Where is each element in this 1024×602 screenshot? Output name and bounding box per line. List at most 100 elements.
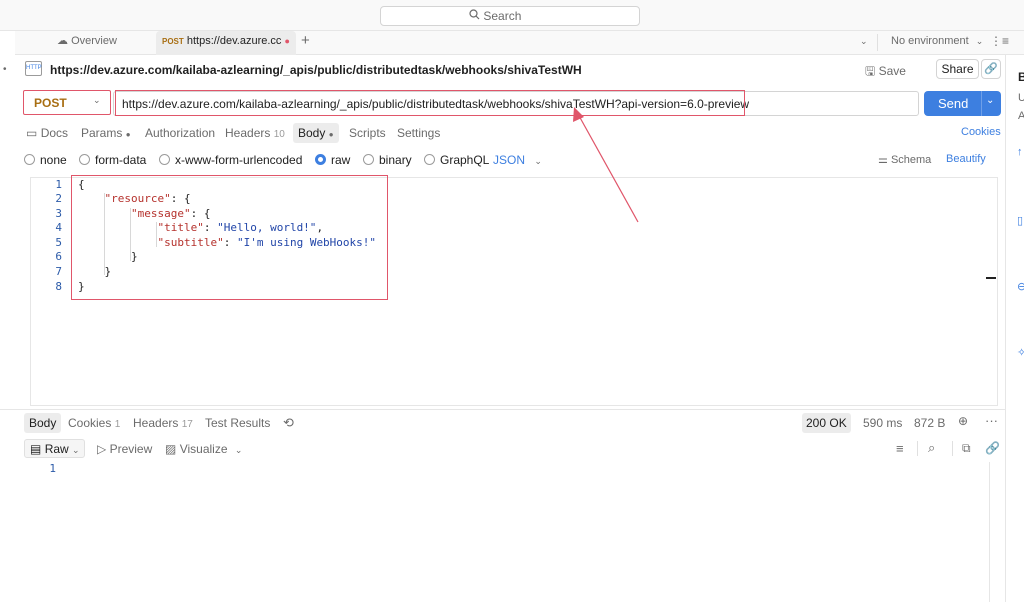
divider xyxy=(877,34,878,51)
schema-button[interactable]: ⚌ Schema xyxy=(878,153,931,166)
response-scrollbar[interactable] xyxy=(989,462,990,602)
new-tab-button[interactable]: + xyxy=(301,31,310,55)
radio-binary-label: binary xyxy=(379,153,412,167)
sidebar-dot-icon[interactable]: • xyxy=(3,64,7,75)
tab-method-badge: POST xyxy=(162,37,184,46)
response-line-number: 1 xyxy=(49,462,56,475)
cloud-icon: ☁ xyxy=(57,35,68,47)
format-label: JSON xyxy=(493,153,526,167)
cookies-link[interactable]: Cookies xyxy=(961,126,1001,138)
url-annotation-box xyxy=(115,90,745,116)
tab-body[interactable]: Body ● xyxy=(293,123,339,143)
environment-selector[interactable]: No environment ⌄ xyxy=(891,31,983,55)
more-icon[interactable]: ··· xyxy=(985,413,998,428)
tab-settings[interactable]: Settings xyxy=(397,126,440,140)
response-tab-body[interactable]: Body xyxy=(24,413,62,433)
side-panel-icon[interactable]: ⊖ xyxy=(1017,280,1024,293)
chevron-down-icon: ⌄ xyxy=(534,156,542,166)
view-mode-visualize[interactable]: ▨ Visualize ⌄ xyxy=(165,442,242,456)
tab-headers-label: Headers xyxy=(225,126,271,140)
response-headers-count: 17 xyxy=(181,419,193,430)
environment-settings-icon[interactable]: ⋮≡ xyxy=(990,31,1009,55)
send-button[interactable]: Send ⌄ xyxy=(924,91,1001,116)
tab-authorization[interactable]: Authorization xyxy=(145,126,215,140)
copy-icon[interactable]: ⧉ xyxy=(962,441,971,456)
search-input[interactable]: Search xyxy=(380,6,640,26)
history-icon[interactable]: ⟲ xyxy=(283,415,294,431)
side-panel-letter: A xyxy=(1018,110,1024,122)
line-number: 7 xyxy=(55,265,62,278)
side-panel-icon[interactable]: ✧ xyxy=(1017,346,1024,359)
chevron-down-icon[interactable]: ⌄ xyxy=(986,95,994,106)
tab-request-label: https://dev.azure.cc xyxy=(186,35,282,47)
headers-count: 10 xyxy=(273,129,285,140)
radio-graphql[interactable] xyxy=(424,154,435,165)
search-icon[interactable]: ⌕ xyxy=(928,440,935,456)
response-tab-test-results[interactable]: Test Results xyxy=(205,416,270,430)
editor-scrollbar[interactable] xyxy=(997,177,998,406)
tab-docs-label: Docs xyxy=(40,126,69,140)
side-panel-letter: B xyxy=(1018,70,1024,84)
network-icon[interactable]: ⊕ xyxy=(958,414,968,428)
method-selector[interactable]: POST ⌄ xyxy=(23,90,111,115)
radio-form-data[interactable] xyxy=(79,154,90,165)
format-selector[interactable]: JSON ⌄ xyxy=(493,153,542,167)
radio-urlencoded[interactable] xyxy=(159,154,170,165)
side-panel-divider xyxy=(1005,55,1006,602)
code-annotation-box xyxy=(71,175,388,300)
chevron-down-icon: ⌄ xyxy=(72,445,80,455)
link-icon[interactable]: 🔗 xyxy=(985,441,1000,455)
environment-label: No environment xyxy=(891,35,969,47)
response-time: 590 ms xyxy=(863,416,903,430)
tab-scripts[interactable]: Scripts xyxy=(349,126,386,140)
docs-icon: ▭ xyxy=(26,126,38,140)
title-bar: Search xyxy=(0,0,1024,31)
search-placeholder: Search xyxy=(483,9,522,23)
view-mode-preview[interactable]: ▷ Preview xyxy=(97,442,152,456)
params-dot-icon: ● xyxy=(125,130,131,139)
response-tab-headers[interactable]: Headers 17 xyxy=(133,416,193,430)
radio-none[interactable] xyxy=(24,154,35,165)
chevron-down-icon: ⌄ xyxy=(234,445,243,455)
raw-icon: ▤ xyxy=(30,442,42,456)
link-icon[interactable]: 🔗 xyxy=(981,59,1001,79)
image-icon: ▨ xyxy=(165,442,177,456)
response-headers-label: Headers xyxy=(133,416,179,430)
line-number: 5 xyxy=(55,236,62,249)
beautify-button[interactable]: Beautify xyxy=(946,153,986,165)
method-label: POST xyxy=(34,96,67,110)
side-panel-icon[interactable]: ↑ xyxy=(1017,146,1023,158)
tab-overview[interactable]: ☁ Overview xyxy=(57,31,117,55)
view-mode-raw[interactable]: ▤ Raw ⌄ xyxy=(24,439,85,458)
response-tab-cookies[interactable]: Cookies 1 xyxy=(68,416,120,430)
view-preview-label: Preview xyxy=(109,442,153,456)
save-button[interactable]: 🖫 Save xyxy=(865,62,906,83)
unsaved-dot-icon: ● xyxy=(284,36,290,46)
tab-overview-label: Overview xyxy=(71,35,117,47)
radio-binary[interactable] xyxy=(363,154,374,165)
tab-docs[interactable]: ▭ Docs xyxy=(26,126,68,140)
http-icon: HTTP xyxy=(25,61,42,76)
save-icon: 🖫 xyxy=(865,64,876,78)
send-label: Send xyxy=(938,96,969,111)
line-number: 1 xyxy=(55,178,62,191)
request-title[interactable]: https://dev.azure.com/kailaba-azlearning… xyxy=(50,63,582,77)
view-raw-label: Raw xyxy=(44,442,69,456)
tab-headers[interactable]: Headers 10 xyxy=(225,126,285,140)
chevron-down-icon[interactable]: ⌄ xyxy=(860,31,868,55)
chevron-down-icon: ⌄ xyxy=(975,36,984,46)
radio-raw[interactable] xyxy=(315,154,326,165)
tab-request-active[interactable]: POST https://dev.azure.cc ● xyxy=(156,31,296,55)
side-panel-icon[interactable]: ▯ xyxy=(1017,214,1023,227)
status-badge: 200 OK xyxy=(802,413,851,433)
share-button[interactable]: Share xyxy=(936,59,979,79)
body-dot-icon: ● xyxy=(328,130,334,139)
radio-urlencoded-label: x-www-form-urlencoded xyxy=(175,153,303,167)
response-cookies-label: Cookies xyxy=(68,416,112,430)
radio-form-data-label: form-data xyxy=(95,153,147,167)
tab-params-label: Params xyxy=(81,126,123,140)
save-label: Save xyxy=(878,64,906,78)
wrap-icon[interactable]: ≡ xyxy=(896,441,904,456)
tab-params[interactable]: Params ● xyxy=(81,126,131,140)
scroll-marker xyxy=(986,277,996,279)
